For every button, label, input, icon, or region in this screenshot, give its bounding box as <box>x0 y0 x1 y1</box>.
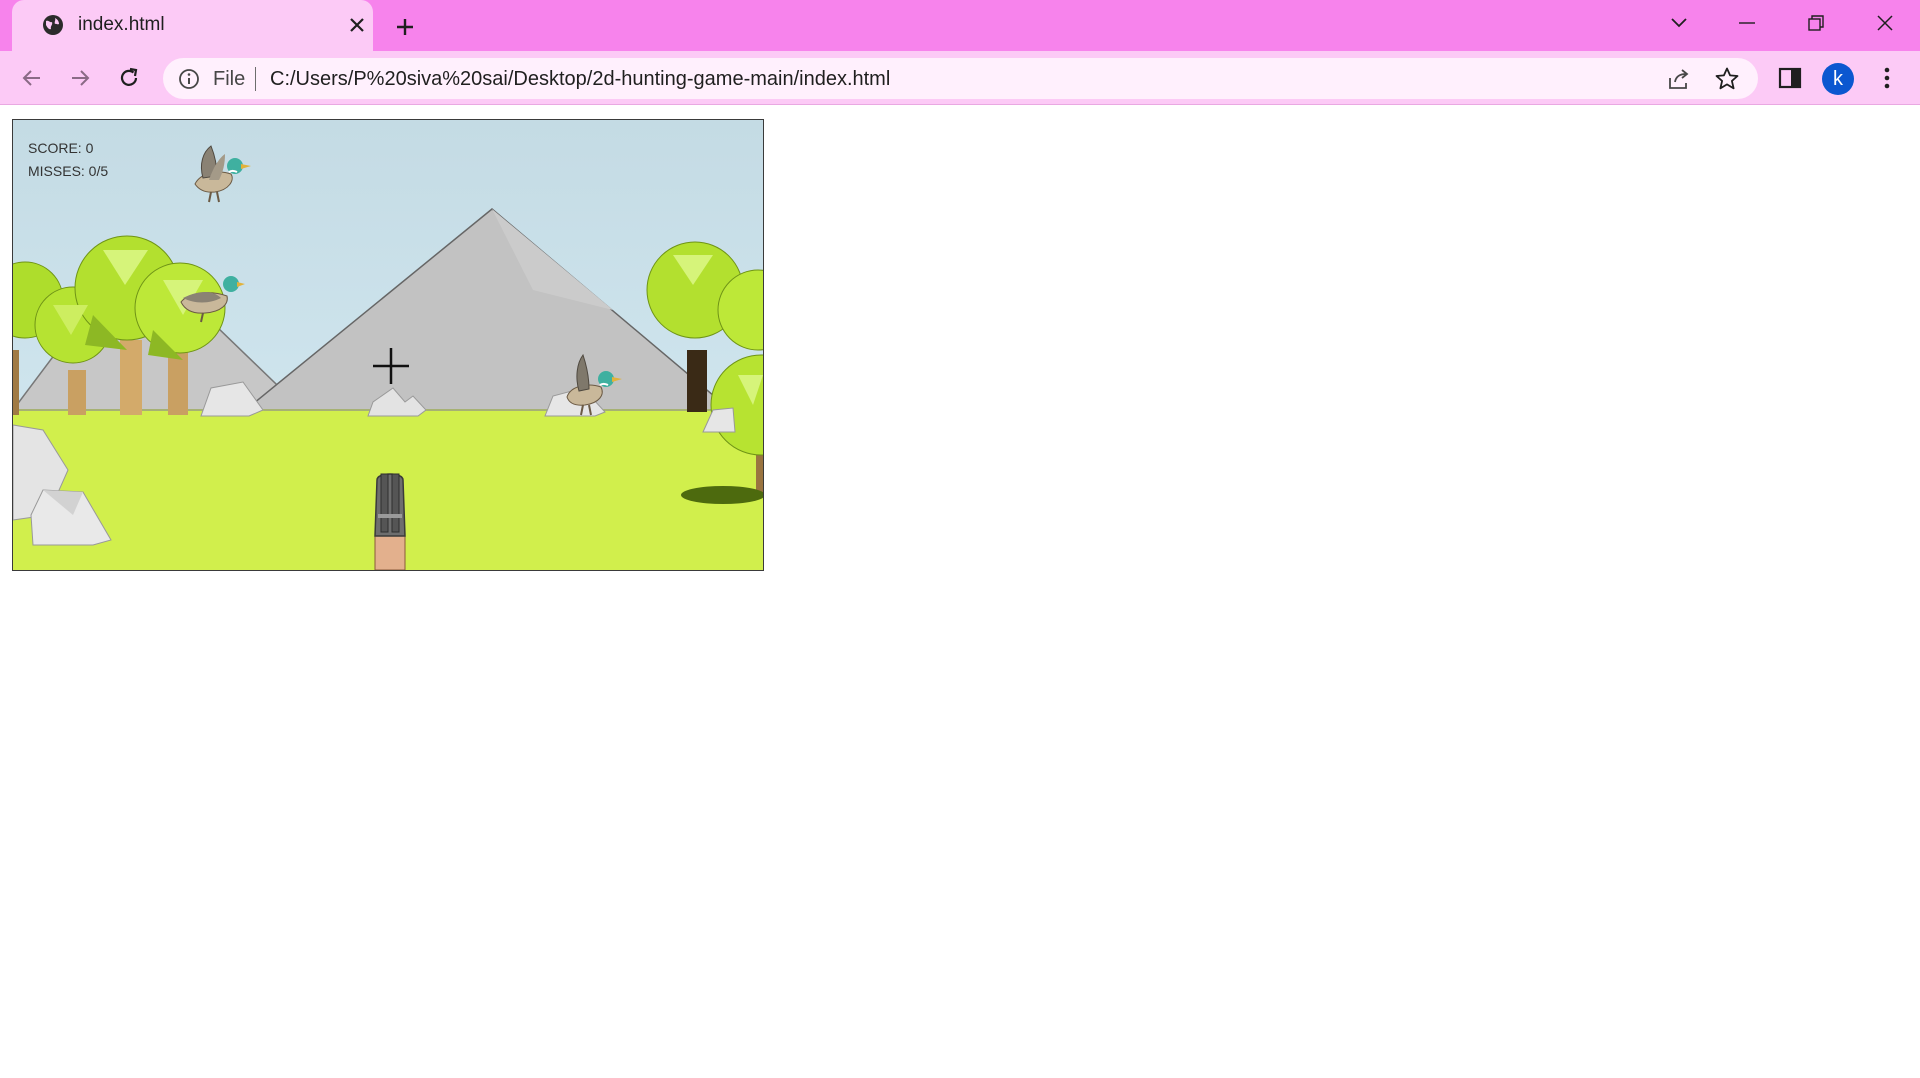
side-panel-button[interactable] <box>1776 64 1804 92</box>
shotgun <box>374 473 406 570</box>
close-window-button[interactable] <box>1865 6 1905 40</box>
star-icon[interactable] <box>1714 66 1740 92</box>
duck-1[interactable] <box>185 144 251 206</box>
forward-button[interactable] <box>63 61 97 95</box>
arrow-right-icon <box>72 70 90 86</box>
scheme-label: File <box>213 68 246 90</box>
restore-button[interactable] <box>1796 6 1836 40</box>
back-button[interactable] <box>15 61 49 95</box>
arrow-left-icon <box>22 70 40 86</box>
reload-icon <box>120 67 138 86</box>
tab-strip: index.html <box>0 0 1920 51</box>
profile-avatar[interactable]: k <box>1822 63 1854 95</box>
minimize-button[interactable] <box>1727 6 1767 40</box>
address-bar[interactable]: File C:/Users/P%20siva%20sai/Desktop/2d-… <box>163 58 1758 99</box>
close-icon <box>350 18 364 32</box>
new-tab-button[interactable] <box>389 11 421 43</box>
hud: SCORE: 0 MISSES: 0/5 <box>28 137 108 183</box>
score-text: SCORE: 0 <box>28 140 94 156</box>
minimize-icon <box>1739 22 1755 24</box>
restore-icon <box>1808 15 1824 31</box>
close-icon <box>1877 15 1893 31</box>
menu-button[interactable] <box>1873 64 1901 92</box>
tab-title: index.html <box>78 14 165 35</box>
reload-button[interactable] <box>112 61 146 95</box>
chevron-down-icon <box>1671 18 1687 28</box>
duck-2[interactable] <box>173 268 245 328</box>
duck-3[interactable] <box>553 353 623 419</box>
misses-text: MISSES: 0/5 <box>28 163 109 179</box>
tab-search-button[interactable] <box>1659 6 1699 40</box>
tab-index-html[interactable]: index.html <box>12 0 373 51</box>
globe-icon <box>43 15 63 35</box>
address-separator <box>255 67 256 91</box>
game-canvas[interactable]: SCORE: 0 MISSES: 0/5 <box>12 119 764 571</box>
kebab-menu-icon <box>1884 67 1890 89</box>
url-text[interactable]: C:/Users/P%20siva%20sai/Desktop/2d-hunti… <box>270 68 890 91</box>
info-icon[interactable] <box>178 68 200 90</box>
profile-initial: k <box>1833 67 1843 90</box>
side-panel-icon <box>1778 67 1802 89</box>
tab-close-button[interactable] <box>344 12 370 38</box>
plus-icon <box>397 19 413 35</box>
share-icon[interactable] <box>1666 66 1692 92</box>
browser-toolbar: File C:/Users/P%20siva%20sai/Desktop/2d-… <box>0 51 1920 105</box>
crosshair-icon <box>373 348 409 384</box>
